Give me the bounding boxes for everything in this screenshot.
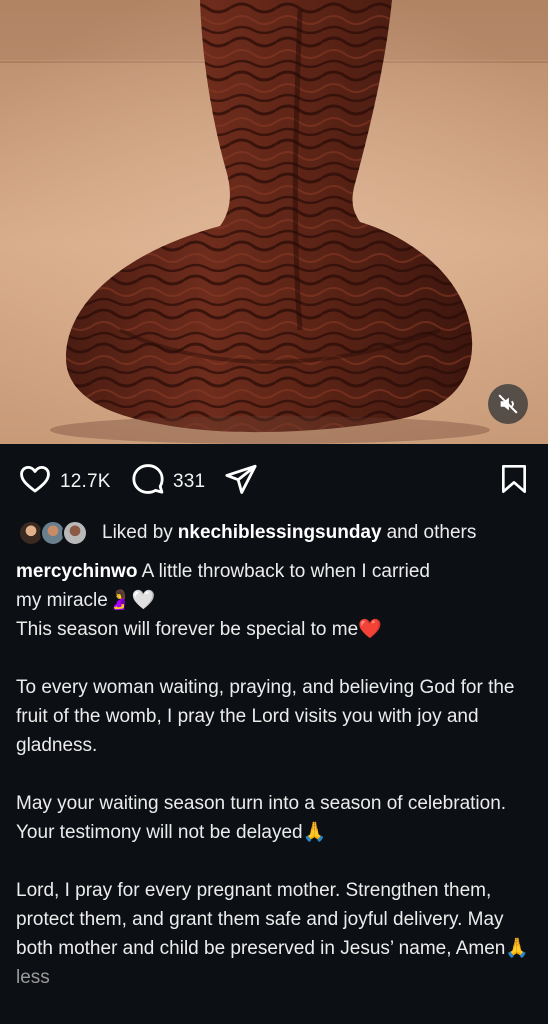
mute-button[interactable]: [488, 384, 528, 424]
post-page: 12.7K 331 Liked by nkechiblessingsunday …: [0, 0, 548, 1024]
praying-hands-emoji: 🙏: [505, 937, 530, 959]
caption-line-1: A little throwback to when I carried: [141, 561, 430, 582]
praying-hands-emoji: 🙏: [302, 821, 327, 843]
red-heart-emoji: ❤️: [358, 618, 382, 640]
comment-icon[interactable]: [131, 462, 165, 501]
heart-icon[interactable]: [18, 462, 52, 501]
share-button[interactable]: [224, 462, 258, 501]
post-caption: mercychinwo A little throwback to when I…: [16, 557, 532, 992]
save-button[interactable]: [498, 462, 530, 501]
less-link[interactable]: less: [16, 967, 50, 988]
send-icon[interactable]: [224, 462, 258, 501]
caption-paragraph-4: Lord, I pray for every pregnant mother. …: [16, 880, 506, 959]
caption-username[interactable]: mercychinwo: [16, 561, 137, 582]
liked-by-row[interactable]: Liked by nkechiblessingsunday and others: [18, 516, 476, 550]
liked-by-suffix[interactable]: and others: [387, 522, 477, 544]
likes-count[interactable]: 12.7K: [60, 471, 111, 493]
post-media[interactable]: [0, 0, 548, 444]
post-actions: 12.7K 331: [0, 444, 548, 518]
caption-paragraph-3a: May your waiting season turn into a seas…: [16, 793, 507, 814]
dress-photo: [0, 0, 548, 444]
comment-button[interactable]: 331: [131, 462, 205, 501]
liked-by-prefix: Liked by: [102, 522, 173, 543]
caption-paragraph-2: To every woman waiting, praying, and bel…: [16, 677, 515, 756]
bookmark-icon[interactable]: [498, 462, 530, 501]
caption-line-2: my miracle: [16, 590, 108, 611]
liked-by-user[interactable]: nkechiblessingsunday: [178, 522, 382, 544]
speaker-muted-icon: [497, 393, 519, 415]
pregnant-woman-emoji: 🤰🤍: [107, 589, 156, 611]
liker-avatars: [18, 518, 94, 548]
caption-line-3: This season will forever be special to m…: [16, 619, 359, 640]
comments-count[interactable]: 331: [173, 471, 205, 493]
avatar: [62, 520, 88, 546]
like-button[interactable]: 12.7K: [18, 462, 111, 501]
caption-paragraph-3b: Your testimony will not be delayed: [16, 822, 303, 843]
